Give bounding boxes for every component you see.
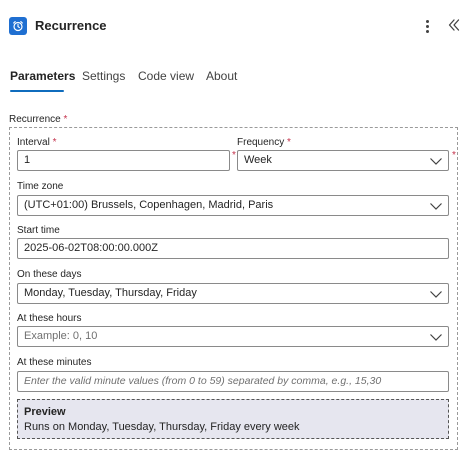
chevron-down-icon [430, 334, 442, 341]
at-these-hours-label: At these hours [17, 313, 82, 324]
interval-label-text: Interval [17, 137, 50, 148]
required-marker: * [52, 137, 57, 148]
frequency-selected-value: Week [244, 154, 272, 166]
on-these-days-dropdown[interactable]: Monday, Tuesday, Thursday, Friday [17, 283, 449, 304]
required-marker: * [232, 150, 236, 161]
time-zone-selected-value: (UTC+01:00) Brussels, Copenhagen, Madrid… [24, 199, 274, 211]
time-zone-label: Time zone [17, 181, 64, 192]
tab-about[interactable]: About [206, 64, 237, 94]
start-time-label: Start time [17, 225, 60, 236]
active-tab-indicator [10, 90, 64, 92]
panel-title: Recurrence [35, 18, 107, 33]
tab-code-view[interactable]: Code view [138, 64, 194, 94]
recurrence-section-label: Recurrence * [9, 114, 67, 126]
chevron-down-icon [430, 158, 442, 165]
preview-title: Preview [24, 406, 66, 418]
double-chevron-left-icon [448, 19, 460, 31]
more-vertical-icon-dot [425, 29, 429, 33]
recurrence-preview: Preview Runs on Monday, Tuesday, Thursda… [17, 399, 449, 439]
more-vertical-icon [425, 19, 429, 23]
preview-text: Runs on Monday, Tuesday, Thursday, Frida… [24, 421, 300, 433]
collapse-panel-button[interactable] [444, 14, 464, 36]
time-zone-dropdown[interactable]: (UTC+01:00) Brussels, Copenhagen, Madrid… [17, 195, 449, 216]
tab-settings[interactable]: Settings [82, 64, 125, 94]
frequency-label-text: Frequency [237, 137, 285, 148]
required-marker: * [452, 150, 456, 161]
more-vertical-icon-dot [425, 24, 429, 28]
panel-header: Recurrence [0, 0, 469, 52]
at-these-hours-placeholder: Example: 0, 10 [24, 330, 98, 342]
required-marker: * [287, 137, 291, 148]
frequency-dropdown[interactable]: Week [237, 150, 449, 171]
on-these-days-label: On these days [17, 269, 82, 280]
alarm-clock-icon [9, 17, 27, 35]
interval-label: Interval * [17, 137, 56, 149]
recurrence-panel: Recurrence Parameters Settings Code view… [0, 0, 469, 453]
more-options-button[interactable] [420, 16, 434, 36]
on-these-days-selected-value: Monday, Tuesday, Thursday, Friday [24, 287, 197, 299]
tab-bar: Parameters Settings Code view About [0, 64, 469, 96]
at-these-minutes-label: At these minutes [17, 357, 92, 368]
start-time-input[interactable]: 2025-06-02T08:00:00.000Z [17, 238, 449, 259]
frequency-label: Frequency * [237, 137, 291, 149]
interval-input[interactable]: 1 [17, 150, 230, 171]
chevron-down-icon [430, 203, 442, 210]
chevron-down-icon [430, 291, 442, 298]
at-these-minutes-input[interactable]: Enter the valid minute values (from 0 to… [17, 371, 449, 392]
required-marker: * [63, 114, 68, 125]
recurrence-section-label-text: Recurrence [9, 114, 61, 125]
at-these-hours-dropdown[interactable]: Example: 0, 10 [17, 326, 449, 347]
